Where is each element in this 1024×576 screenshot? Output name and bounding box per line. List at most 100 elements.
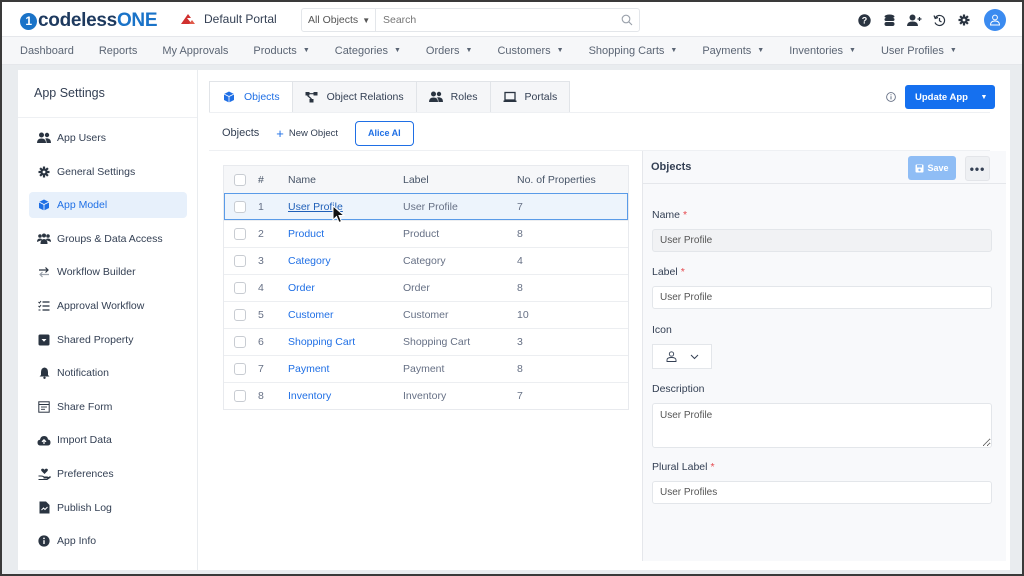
table-row[interactable]: 1 User Profile User Profile 7: [224, 193, 628, 220]
search-scope-label: All Objects: [308, 14, 359, 26]
caret-down-icon: ▼: [302, 47, 310, 54]
sidebar-item-groups-and-data-access[interactable]: Groups & Data Access: [29, 226, 187, 252]
col-header-name[interactable]: Name: [288, 174, 403, 186]
svg-text:?: ?: [861, 15, 867, 25]
groups-icon: [37, 232, 51, 246]
sidebar-item-approval-workflow[interactable]: Approval Workflow: [29, 293, 187, 319]
object-name-link[interactable]: Customer: [288, 309, 334, 321]
table-row[interactable]: 7 Payment Payment 8: [224, 355, 628, 382]
save-button[interactable]: Save: [908, 156, 956, 180]
divider: [209, 112, 990, 113]
nav-item-shopping-carts[interactable]: Shopping Carts ▼: [589, 45, 678, 57]
search-input[interactable]: [376, 9, 615, 31]
sidebar-item-label: Share Form: [57, 400, 113, 413]
nav-item-payments[interactable]: Payments ▼: [702, 45, 764, 57]
tab-label: Objects: [244, 91, 280, 103]
tab-object-relations[interactable]: Object Relations: [292, 81, 417, 113]
row-checkbox[interactable]: [234, 363, 246, 375]
nav-item-customers[interactable]: Customers ▼: [497, 45, 563, 57]
more-options-button[interactable]: •••: [965, 156, 990, 181]
search-icon[interactable]: [615, 14, 639, 26]
description-field-label: Description: [652, 383, 705, 395]
cube-icon: [222, 90, 236, 104]
history-icon[interactable]: [927, 8, 951, 32]
row-checkbox[interactable]: [234, 336, 246, 348]
sidebar-item-app-users[interactable]: App Users: [29, 125, 187, 151]
name-field[interactable]: [652, 229, 992, 252]
gear-icon[interactable]: [952, 8, 976, 32]
app-logo[interactable]: 1 codeless ONE: [20, 10, 158, 32]
object-name-link[interactable]: Inventory: [288, 390, 331, 402]
table-row[interactable]: 5 Customer Customer 10: [224, 301, 628, 328]
update-app-button[interactable]: Update App ▼: [905, 85, 995, 109]
table-row[interactable]: 8 Inventory Inventory 7: [224, 382, 628, 409]
row-checkbox[interactable]: [234, 255, 246, 267]
row-checkbox[interactable]: [234, 309, 246, 321]
nav-item-inventories[interactable]: Inventories ▼: [789, 45, 856, 57]
description-field[interactable]: User Profile: [652, 403, 992, 448]
table-row[interactable]: 6 Shopping Cart Shopping Cart 3: [224, 328, 628, 355]
help-icon[interactable]: ?: [852, 8, 876, 32]
sidebar-item-import-data[interactable]: Import Data: [29, 427, 187, 453]
object-detail-panel: Objects Save ••• Name* Label* Icon Descr…: [642, 151, 1006, 561]
save-icon: [915, 164, 924, 172]
app-model-panel: Objects Object Relations Roles Portals U…: [198, 70, 1010, 570]
tab-objects[interactable]: Objects: [209, 81, 293, 113]
plural-label-field[interactable]: [652, 481, 992, 504]
table-row[interactable]: 4 Order Order 8: [224, 274, 628, 301]
tab-portals[interactable]: Portals: [490, 81, 571, 113]
nav-item-user-profiles[interactable]: User Profiles ▼: [881, 45, 957, 57]
sidebar-item-label: Notification: [57, 367, 109, 380]
nav-item-label: Categories: [334, 44, 388, 57]
col-header-number[interactable]: #: [258, 174, 288, 186]
nav-item-reports[interactable]: Reports: [99, 45, 138, 57]
sidebar-item-notification[interactable]: Notification: [29, 360, 187, 386]
database-icon[interactable]: [877, 8, 901, 32]
sidebar-item-preferences[interactable]: Preferences: [29, 461, 187, 487]
nav-item-categories[interactable]: Categories ▼: [335, 45, 401, 57]
object-name-link[interactable]: Order: [288, 282, 315, 294]
sidebar-item-general-settings[interactable]: General Settings: [29, 159, 187, 185]
user-avatar[interactable]: [984, 9, 1006, 31]
select-all-checkbox[interactable]: [234, 173, 246, 186]
object-label: User Profile: [403, 201, 458, 213]
sidebar-item-share-form[interactable]: Share Form: [29, 394, 187, 420]
label-field[interactable]: [652, 286, 992, 309]
table-row[interactable]: 2 Product Product 8: [224, 220, 628, 247]
object-name-link[interactable]: Product: [288, 228, 324, 240]
plus-icon: +: [276, 125, 284, 141]
add-user-icon[interactable]: [902, 8, 926, 32]
row-checkbox[interactable]: [234, 390, 246, 402]
nav-item-products[interactable]: Products ▼: [253, 45, 309, 57]
row-checkbox[interactable]: [234, 201, 246, 213]
nav-item-dashboard[interactable]: Dashboard: [20, 45, 74, 57]
row-checkbox[interactable]: [234, 228, 246, 240]
icon-picker[interactable]: [652, 344, 712, 369]
nav-item-label: Shopping Carts: [588, 44, 665, 57]
info-icon[interactable]: [886, 92, 896, 105]
sidebar-item-workflow-builder[interactable]: Workflow Builder: [29, 259, 187, 285]
tab-roles[interactable]: Roles: [416, 81, 491, 113]
object-name-link[interactable]: Category: [288, 255, 331, 267]
search-scope-dropdown[interactable]: All Objects ▼: [302, 9, 376, 31]
object-name-link[interactable]: Shopping Cart: [288, 336, 355, 348]
sidebar-item-label: Publish Log: [57, 501, 112, 514]
row-checkbox[interactable]: [234, 282, 246, 294]
col-header-label[interactable]: Label: [403, 174, 517, 186]
new-object-button[interactable]: + New Object: [276, 126, 338, 141]
portal-selector[interactable]: Default Portal: [180, 12, 277, 26]
table-row[interactable]: 3 Category Category 4: [224, 247, 628, 274]
sidebar-item-app-model[interactable]: App Model: [29, 192, 187, 219]
sidebar-item-publish-log[interactable]: Publish Log: [29, 495, 187, 521]
nav-item-orders[interactable]: Orders ▼: [426, 45, 473, 57]
nav-item-my-approvals[interactable]: My Approvals: [162, 45, 228, 57]
object-name-link[interactable]: Payment: [288, 363, 329, 375]
caret-down-icon[interactable]: ▼: [973, 94, 995, 101]
col-header-properties[interactable]: No. of Properties: [517, 174, 628, 186]
sidebar-item-shared-property[interactable]: Shared Property: [29, 327, 187, 353]
label-label-text: Label: [652, 266, 678, 278]
alice-ai-button[interactable]: Alice AI: [355, 120, 414, 146]
file-log-icon: [37, 501, 51, 515]
sidebar-item-app-info[interactable]: App Info: [29, 528, 187, 554]
object-label: Category: [403, 255, 446, 267]
